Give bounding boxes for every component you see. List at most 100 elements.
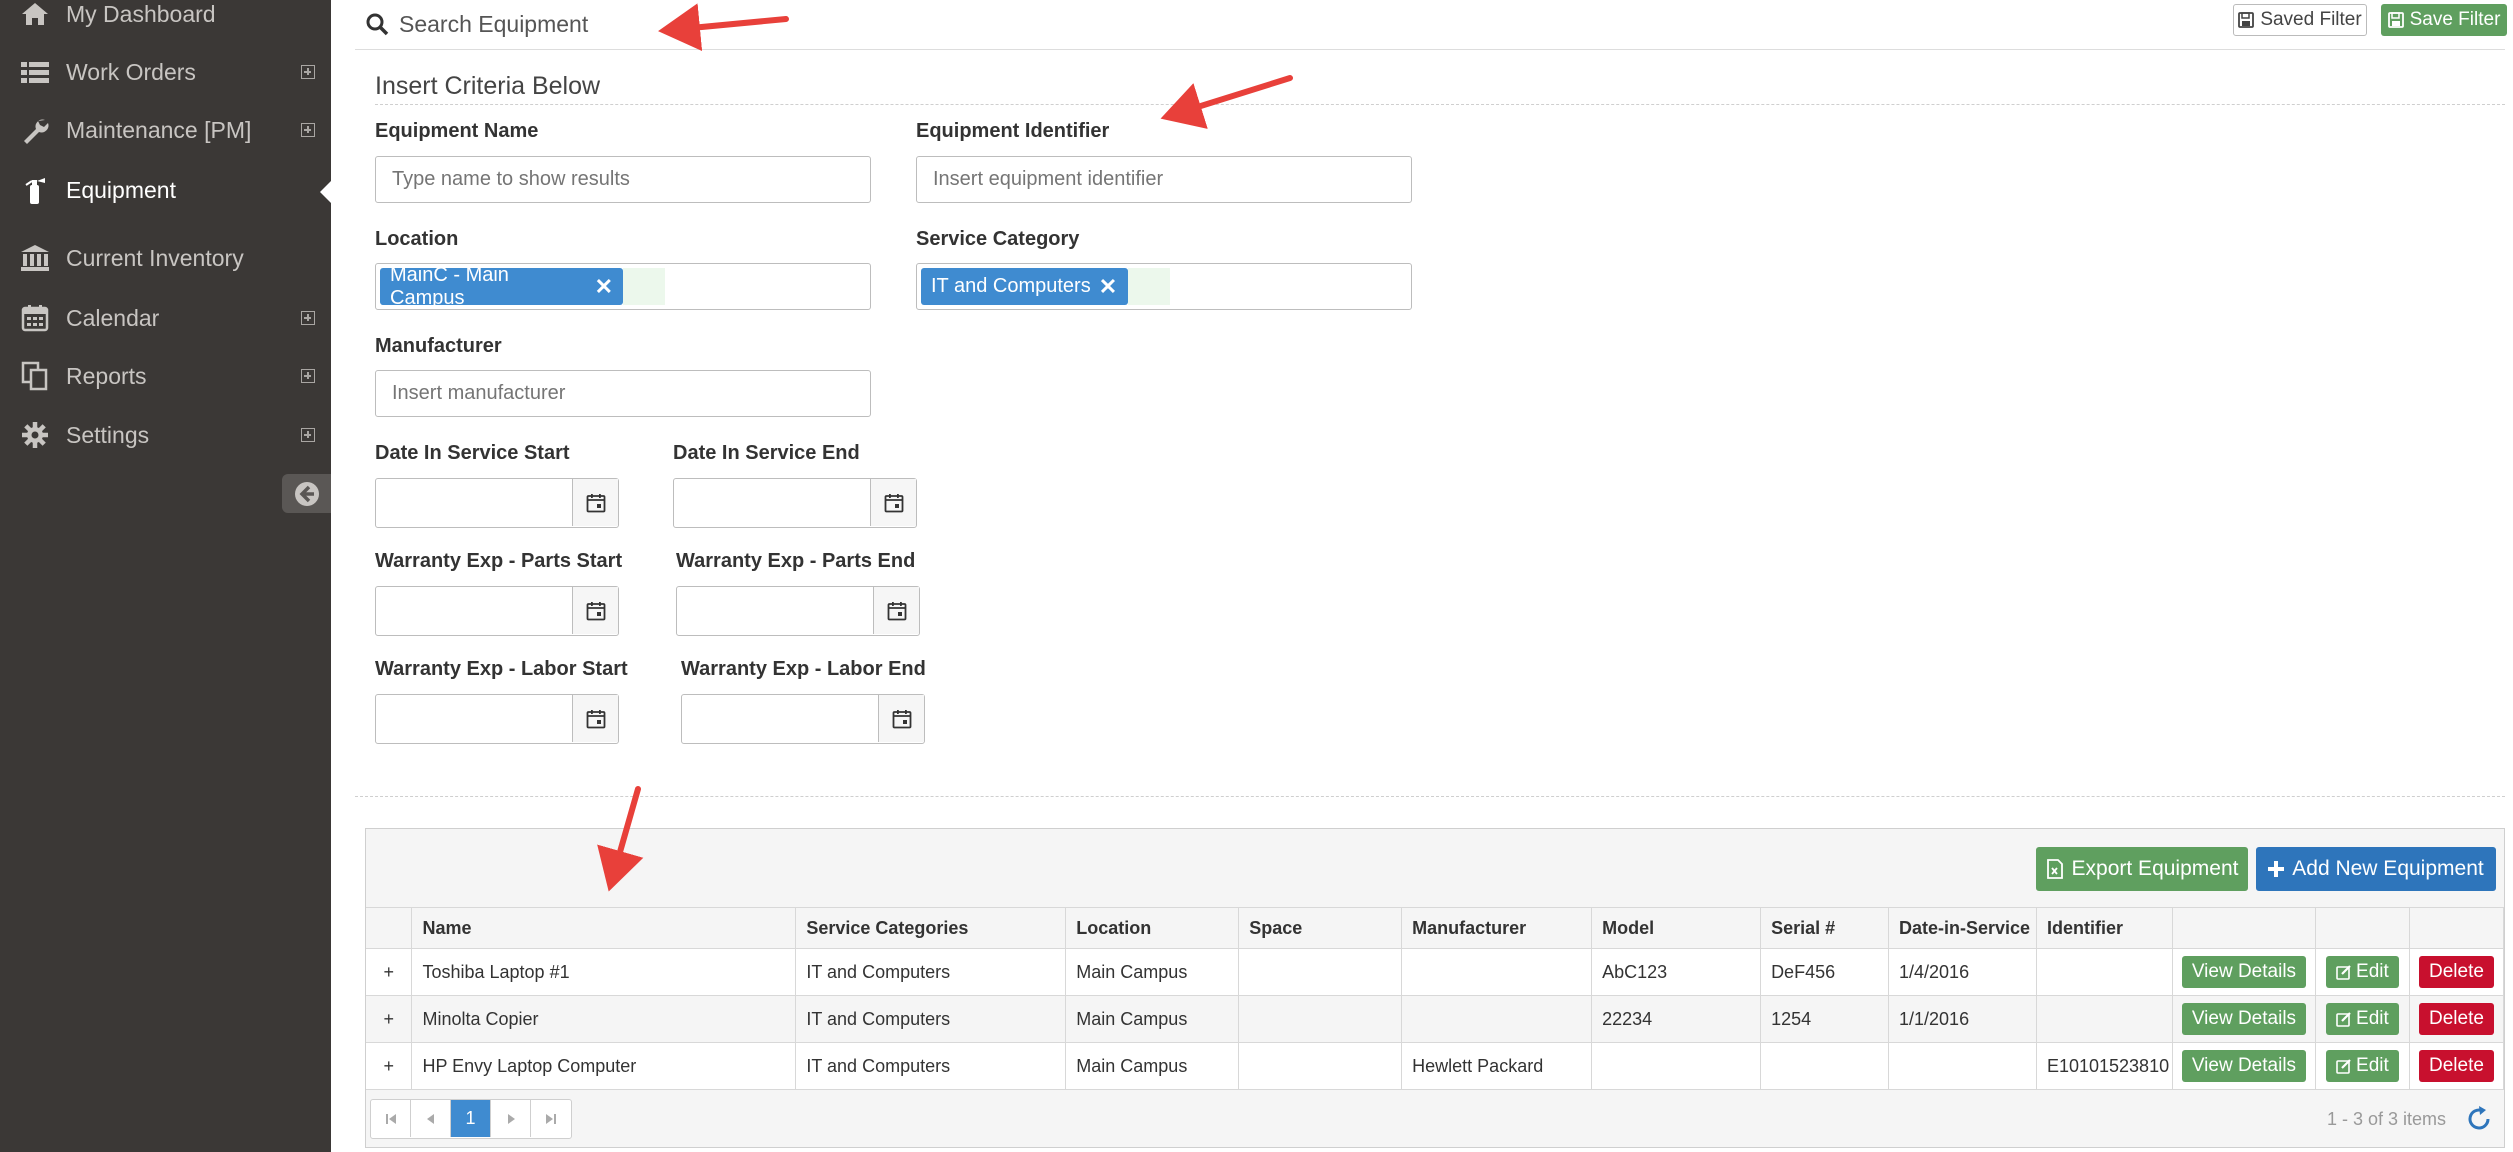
cell-serial: DeF456 xyxy=(1760,948,1890,996)
actions-column-header xyxy=(2172,907,2316,949)
calendar-icon xyxy=(586,709,605,728)
last-page-button[interactable] xyxy=(531,1100,571,1137)
view-details-button[interactable]: View Details xyxy=(2181,1003,2307,1035)
delete-button[interactable]: Delete xyxy=(2419,1050,2494,1082)
next-page-button[interactable] xyxy=(491,1100,531,1137)
warranty-parts-start-input[interactable] xyxy=(375,586,619,636)
saved-filter-button[interactable]: Saved Filter xyxy=(2233,4,2367,36)
edit-cell: Edit xyxy=(2315,1042,2410,1090)
next-page-icon xyxy=(507,1113,515,1124)
calendar-picker-button[interactable] xyxy=(572,695,618,742)
cell-service-categories: IT and Computers xyxy=(795,1042,1067,1090)
equipment-name-link[interactable]: Toshiba Laptop #1 xyxy=(411,948,797,996)
date-in-service-start-input[interactable] xyxy=(375,478,619,528)
expand-icon[interactable] xyxy=(301,428,315,442)
previous-page-button[interactable] xyxy=(411,1100,451,1137)
equipment-grid: Export Equipment Add New Equipment Name … xyxy=(365,828,2505,1148)
actions-column-header xyxy=(2315,907,2410,949)
sidebar-item-dashboard[interactable]: My Dashboard xyxy=(0,0,331,42)
save-filter-button[interactable]: Save Filter xyxy=(2381,4,2507,36)
edit-button[interactable]: Edit xyxy=(2326,1003,2399,1035)
equipment-name-link[interactable]: Minolta Copier xyxy=(411,995,797,1043)
edit-icon xyxy=(2336,965,2351,980)
calendar-picker-button[interactable] xyxy=(870,479,916,526)
column-header-service-categories[interactable]: Service Categories xyxy=(795,907,1067,949)
equipment-identifier-input[interactable] xyxy=(916,156,1412,203)
remove-tag-icon[interactable]: ✕ xyxy=(595,274,613,300)
remove-tag-icon[interactable]: ✕ xyxy=(1099,274,1117,300)
search-icon xyxy=(365,12,389,41)
equipment-name-link[interactable]: HP Envy Laptop Computer xyxy=(411,1042,797,1090)
warranty-labor-start-input[interactable] xyxy=(375,694,619,744)
warranty-parts-end-input[interactable] xyxy=(676,586,920,636)
table-row: + Toshiba Laptop #1 IT and Computers Mai… xyxy=(366,948,2505,996)
service-category-tag[interactable]: IT and Computers ✕ xyxy=(921,268,1128,305)
manufacturer-input[interactable] xyxy=(375,370,871,417)
collapse-sidebar-button[interactable] xyxy=(282,474,331,513)
column-header-manufacturer[interactable]: Manufacturer xyxy=(1401,907,1593,949)
warranty-labor-end-input[interactable] xyxy=(681,694,925,744)
actions-column-header xyxy=(2409,907,2505,949)
calendar-picker-button[interactable] xyxy=(572,479,618,526)
bank-icon xyxy=(18,241,52,275)
expand-icon[interactable] xyxy=(301,311,315,325)
sidebar-item-reports[interactable]: Reports xyxy=(0,348,331,404)
expand-icon[interactable] xyxy=(301,123,315,137)
date-in-service-end-input[interactable] xyxy=(673,478,917,528)
cell-location: Main Campus xyxy=(1065,948,1240,996)
pager: 1 xyxy=(370,1099,572,1139)
delete-cell: Delete xyxy=(2409,995,2505,1043)
warranty-parts-start-label: Warranty Exp - Parts Start xyxy=(375,550,623,572)
cell-manufacturer: Hewlett Packard xyxy=(1401,1042,1593,1090)
first-page-button[interactable] xyxy=(371,1100,411,1137)
current-page[interactable]: 1 xyxy=(451,1100,491,1137)
view-details-button[interactable]: View Details xyxy=(2181,1050,2307,1082)
table-row: + Minolta Copier IT and Computers Main C… xyxy=(366,995,2505,1043)
calendar-picker-button[interactable] xyxy=(873,587,919,634)
column-header-location[interactable]: Location xyxy=(1065,907,1240,949)
column-header-model[interactable]: Model xyxy=(1591,907,1762,949)
cell-model: AbC123 xyxy=(1591,948,1762,996)
cell-location: Main Campus xyxy=(1065,995,1240,1043)
delete-button[interactable]: Delete xyxy=(2419,956,2494,988)
column-header-serial[interactable]: Serial # xyxy=(1760,907,1890,949)
view-details-button[interactable]: View Details xyxy=(2181,956,2307,988)
expand-row-button[interactable]: + xyxy=(366,1042,413,1090)
edit-button[interactable]: Edit xyxy=(2326,1050,2399,1082)
arrow-circle-left-icon xyxy=(294,481,319,506)
column-header-date-in-service[interactable]: Date-in-Service xyxy=(1888,907,2037,949)
expand-icon[interactable] xyxy=(301,369,315,383)
refresh-icon xyxy=(2468,1106,2490,1130)
floppy-icon xyxy=(2387,12,2404,28)
column-header-space[interactable]: Space xyxy=(1238,907,1403,949)
refresh-button[interactable] xyxy=(2464,1104,2494,1139)
column-header-identifier[interactable]: Identifier xyxy=(2036,907,2173,949)
expand-row-button[interactable]: + xyxy=(366,948,413,996)
sidebar-item-maintenance[interactable]: Maintenance [PM] xyxy=(0,102,331,158)
expand-icon[interactable] xyxy=(301,65,315,79)
sidebar-item-work-orders[interactable]: Work Orders xyxy=(0,44,331,100)
equipment-name-label: Equipment Name xyxy=(375,120,539,142)
location-tag[interactable]: MainC - Main Campus ✕ xyxy=(380,264,623,309)
copy-icon xyxy=(18,359,52,393)
column-header-name[interactable]: Name xyxy=(411,907,797,949)
location-typeahead[interactable] xyxy=(623,268,665,305)
sidebar-item-settings[interactable]: Settings xyxy=(0,407,331,463)
add-new-equipment-button[interactable]: Add New Equipment xyxy=(2256,847,2496,891)
last-page-icon xyxy=(546,1113,556,1124)
sidebar-item-equipment[interactable]: Equipment xyxy=(0,162,331,218)
equipment-name-input[interactable] xyxy=(375,156,871,203)
calendar-icon xyxy=(18,301,52,335)
sidebar: My Dashboard Work Orders Maintenance [PM… xyxy=(0,0,331,1152)
calendar-picker-button[interactable] xyxy=(572,587,618,634)
sidebar-item-current-inventory[interactable]: Current Inventory xyxy=(0,230,331,286)
export-equipment-button[interactable]: Export Equipment xyxy=(2036,847,2248,891)
calendar-picker-button[interactable] xyxy=(878,695,924,742)
cell-identifier: E10101523810 xyxy=(2036,1042,2173,1090)
delete-cell: Delete xyxy=(2409,948,2505,996)
expand-row-button[interactable]: + xyxy=(366,995,413,1043)
edit-button[interactable]: Edit xyxy=(2326,956,2399,988)
service-category-typeahead[interactable] xyxy=(1128,268,1170,305)
sidebar-item-calendar[interactable]: Calendar xyxy=(0,290,331,346)
delete-button[interactable]: Delete xyxy=(2419,1003,2494,1035)
